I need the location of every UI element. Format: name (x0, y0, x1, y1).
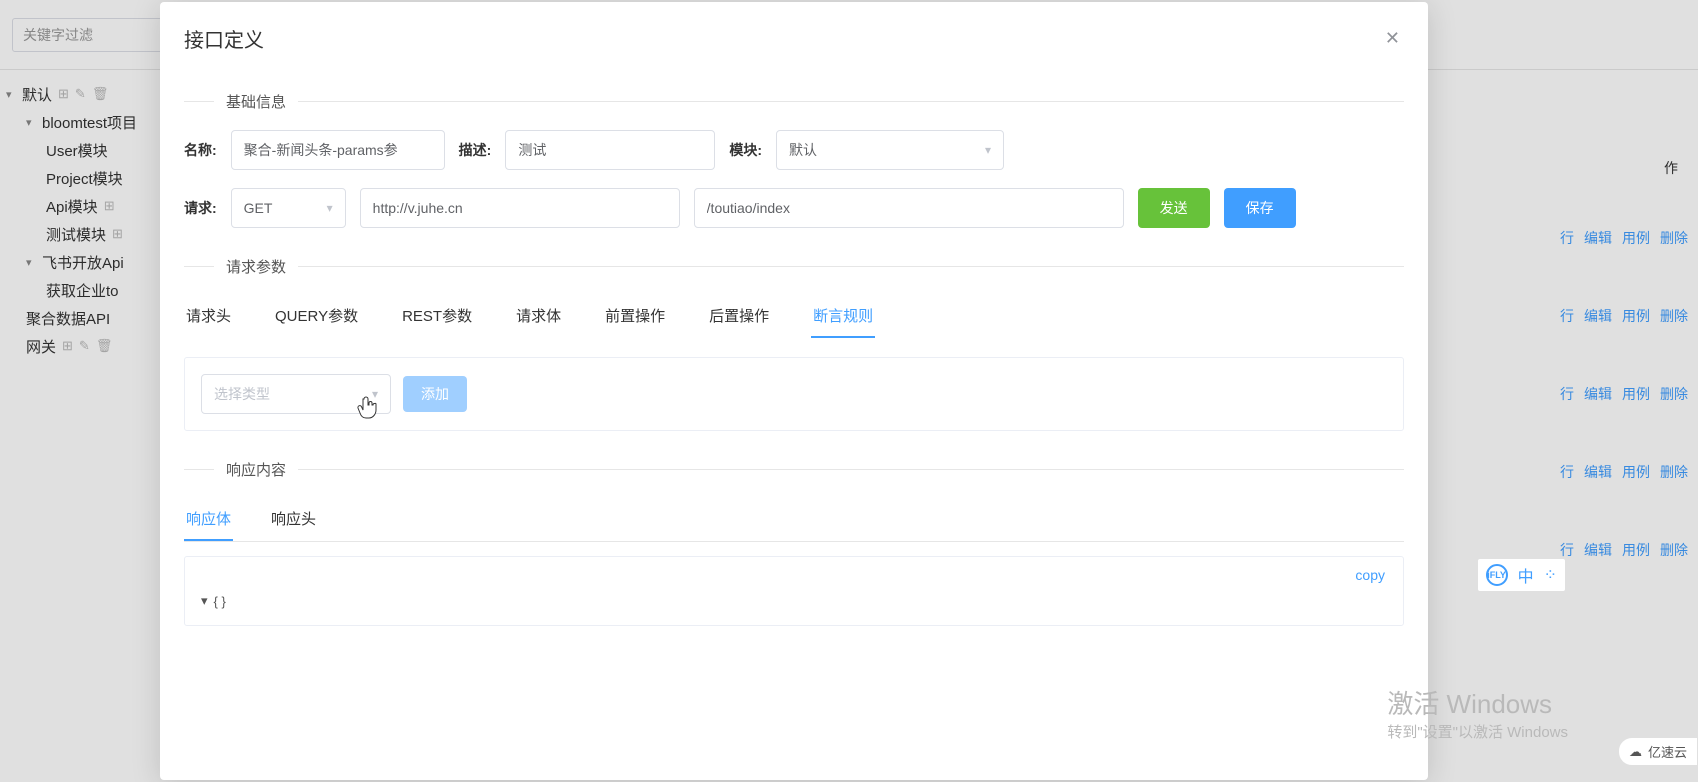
tab-assert[interactable]: 断言规则 (811, 295, 875, 338)
tab-pre[interactable]: 前置操作 (603, 295, 667, 338)
section-basic-info: 基础信息 (184, 91, 1404, 112)
module-select[interactable]: 默认 ▾ (776, 130, 1004, 170)
label-request: 请求: (184, 198, 217, 218)
tab-headers[interactable]: 请求头 (184, 295, 233, 338)
save-button[interactable]: 保存 (1224, 188, 1296, 228)
modal-body: 基础信息 名称: 描述: 模块: 默认 ▾ 请求: GET ▾ 发送 保存 (160, 63, 1428, 780)
chevron-down-icon: ▾ (327, 201, 333, 215)
desc-input[interactable] (505, 130, 715, 170)
cloud-provider-badge[interactable]: ☁ 亿速云 (1618, 737, 1698, 766)
label-name: 名称: (184, 140, 217, 160)
send-button[interactable]: 发送 (1138, 188, 1210, 228)
ime-lang[interactable]: 中 (1518, 563, 1534, 587)
section-basic-label: 基础信息 (226, 91, 286, 112)
cloud-icon: ☁ (1629, 744, 1642, 760)
modal-header: 接口定义 ✕ (160, 2, 1428, 63)
ime-toolbar[interactable]: iFLY 中 ⁘ (1477, 558, 1566, 592)
api-definition-modal: 接口定义 ✕ 基础信息 名称: 描述: 模块: 默认 ▾ 请求: GET ▾ (160, 2, 1428, 780)
tab-query[interactable]: QUERY参数 (273, 295, 360, 338)
chevron-down-icon: ▾ (985, 143, 991, 157)
name-input[interactable] (231, 130, 445, 170)
path-input[interactable] (694, 188, 1124, 228)
section-response: 响应内容 (184, 459, 1404, 480)
tab-post[interactable]: 后置操作 (707, 295, 771, 338)
form-row-name: 名称: 描述: 模块: 默认 ▾ (184, 130, 1404, 170)
tab-body[interactable]: 请求体 (514, 295, 563, 338)
section-request-params: 请求参数 (184, 256, 1404, 277)
cloud-label: 亿速云 (1648, 742, 1687, 761)
add-button[interactable]: 添加 (403, 376, 467, 412)
close-icon[interactable]: ✕ (1381, 24, 1404, 53)
tab-rest[interactable]: REST参数 (400, 295, 474, 338)
label-module: 模块: (729, 140, 762, 160)
subtab-headers[interactable]: 响应头 (269, 498, 318, 541)
caret-down-icon: ▾ (201, 593, 208, 609)
json-root[interactable]: ▾ { } (201, 593, 1387, 609)
form-row-request: 请求: GET ▾ 发送 保存 (184, 188, 1404, 228)
param-tabs: 请求头 QUERY参数 REST参数 请求体 前置操作 后置操作 断言规则 (184, 295, 1404, 339)
json-empty: { } (214, 594, 226, 609)
assert-type-row: 选择类型 ▾ 添加 (184, 357, 1404, 431)
section-response-label: 响应内容 (226, 459, 286, 480)
assert-type-placeholder: 选择类型 (214, 384, 270, 404)
module-value: 默认 (789, 140, 817, 160)
assert-type-select[interactable]: 选择类型 ▾ (201, 374, 391, 414)
subtab-body[interactable]: 响应体 (184, 498, 233, 541)
modal-title: 接口定义 (184, 24, 264, 53)
response-tabs: 响应体 响应头 (184, 498, 1404, 542)
method-select[interactable]: GET ▾ (231, 188, 346, 228)
copy-link[interactable]: copy (1355, 567, 1385, 583)
host-input[interactable] (360, 188, 680, 228)
chevron-down-icon: ▾ (372, 387, 378, 401)
label-desc: 描述: (459, 140, 492, 160)
method-value: GET (244, 200, 273, 216)
ime-more-icon[interactable]: ⁘ (1544, 565, 1557, 585)
response-body-box: copy ▾ { } (184, 556, 1404, 626)
ifly-icon: iFLY (1486, 564, 1508, 586)
section-params-label: 请求参数 (226, 256, 286, 277)
